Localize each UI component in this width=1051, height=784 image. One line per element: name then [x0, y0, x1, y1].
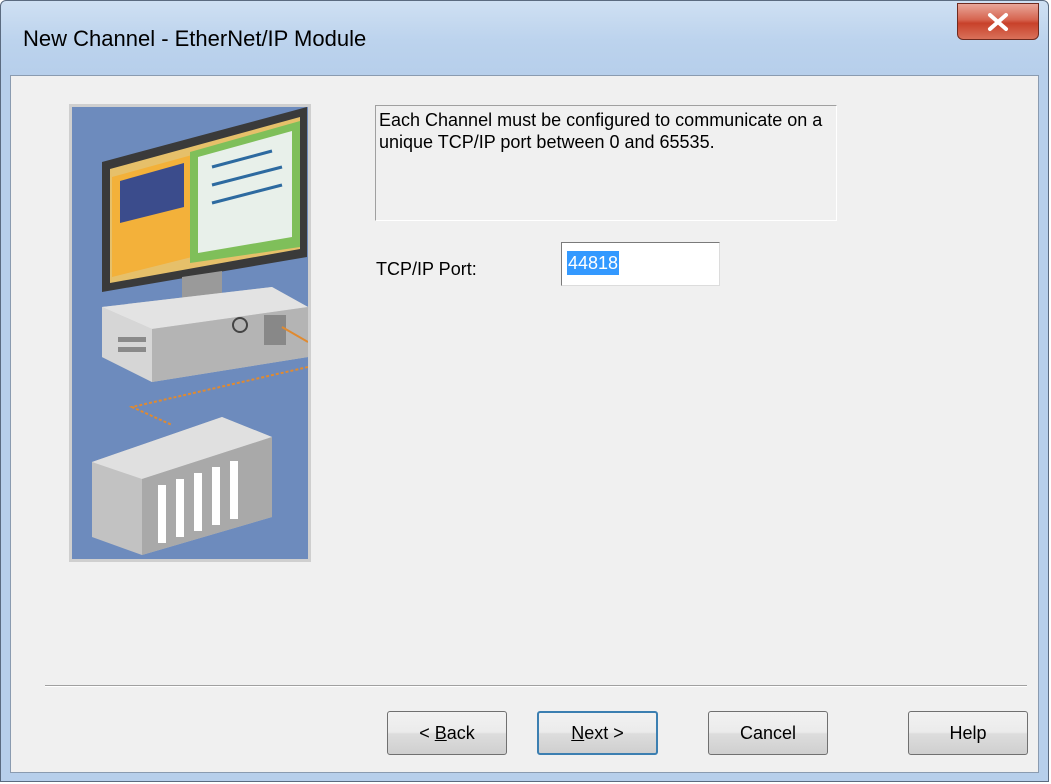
next-button-mnemonic: N	[571, 722, 585, 743]
window-title: New Channel - EtherNet/IP Module	[23, 26, 367, 51]
next-button-rest: ext >	[584, 722, 624, 743]
help-button[interactable]: Help	[908, 711, 1028, 755]
network-illustration-icon	[92, 107, 308, 555]
cancel-button-label: Cancel	[739, 722, 797, 743]
tcp-ip-port-value: 44818	[567, 251, 620, 275]
computer-and-plc-illustration	[69, 104, 311, 562]
button-separator	[45, 685, 1027, 687]
next-button[interactable]: Next >	[537, 711, 658, 755]
dialog-content: Each Channel must be configured to commu…	[10, 75, 1039, 773]
close-button[interactable]	[957, 3, 1039, 40]
title-bar[interactable]: New Channel - EtherNet/IP Module	[1, 1, 1048, 75]
back-button-prefix: <	[419, 722, 435, 743]
tcp-ip-port-label: TCP/IP Port:	[376, 259, 477, 279]
channel-description-box: Each Channel must be configured to commu…	[375, 105, 837, 221]
cancel-button[interactable]: Cancel	[708, 711, 828, 755]
back-button-mnemonic: B	[434, 722, 447, 743]
back-button-rest: ack	[446, 722, 475, 743]
help-button-label: Help	[949, 722, 987, 743]
back-button[interactable]: < Back	[387, 711, 507, 755]
tcp-ip-port-input[interactable]: 44818	[561, 242, 720, 286]
close-icon	[988, 13, 1008, 31]
dialog-window: New Channel - EtherNet/IP Module Each Ch…	[0, 0, 1049, 782]
